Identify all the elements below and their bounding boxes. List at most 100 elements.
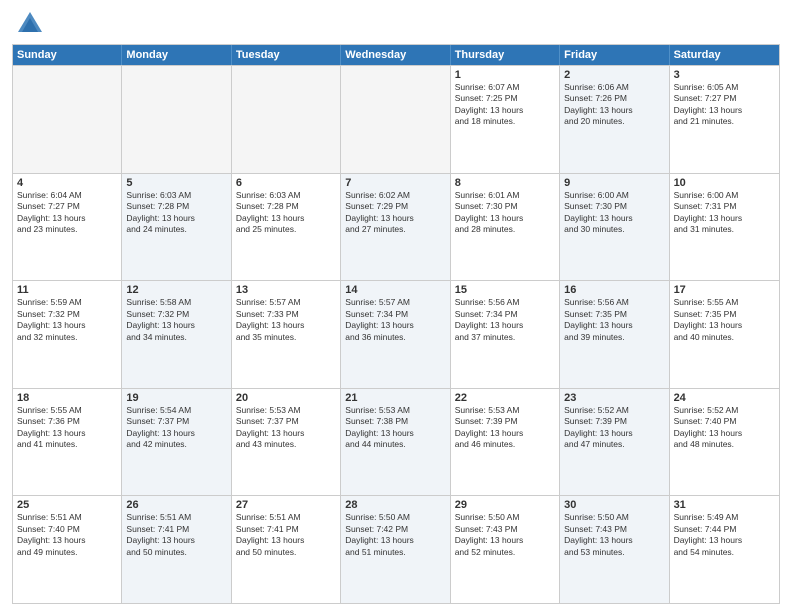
day-info: Sunrise: 5:52 AM Sunset: 7:40 PM Dayligh…	[674, 405, 775, 451]
day-info: Sunrise: 5:50 AM Sunset: 7:43 PM Dayligh…	[455, 512, 555, 558]
calendar-header: SundayMondayTuesdayWednesdayThursdayFrid…	[13, 45, 779, 65]
calendar-cell: 9Sunrise: 6:00 AM Sunset: 7:30 PM Daylig…	[560, 174, 669, 281]
calendar-cell: 4Sunrise: 6:04 AM Sunset: 7:27 PM Daylig…	[13, 174, 122, 281]
calendar-cell: 18Sunrise: 5:55 AM Sunset: 7:36 PM Dayli…	[13, 389, 122, 496]
day-number: 26	[126, 499, 226, 511]
calendar-cell: 12Sunrise: 5:58 AM Sunset: 7:32 PM Dayli…	[122, 281, 231, 388]
calendar-cell	[122, 66, 231, 173]
day-number: 12	[126, 284, 226, 296]
day-number: 16	[564, 284, 664, 296]
calendar-cell: 17Sunrise: 5:55 AM Sunset: 7:35 PM Dayli…	[670, 281, 779, 388]
day-info: Sunrise: 6:03 AM Sunset: 7:28 PM Dayligh…	[126, 190, 226, 236]
day-info: Sunrise: 5:52 AM Sunset: 7:39 PM Dayligh…	[564, 405, 664, 451]
day-number: 11	[17, 284, 117, 296]
calendar-cell: 8Sunrise: 6:01 AM Sunset: 7:30 PM Daylig…	[451, 174, 560, 281]
day-number: 19	[126, 392, 226, 404]
weekday-header: Saturday	[670, 45, 779, 65]
calendar-cell	[13, 66, 122, 173]
calendar-row: 1Sunrise: 6:07 AM Sunset: 7:25 PM Daylig…	[13, 65, 779, 173]
day-number: 25	[17, 499, 117, 511]
calendar-cell: 25Sunrise: 5:51 AM Sunset: 7:40 PM Dayli…	[13, 496, 122, 603]
calendar: SundayMondayTuesdayWednesdayThursdayFrid…	[12, 44, 780, 604]
weekday-header: Wednesday	[341, 45, 450, 65]
calendar-cell: 20Sunrise: 5:53 AM Sunset: 7:37 PM Dayli…	[232, 389, 341, 496]
day-number: 10	[674, 177, 775, 189]
logo-icon	[16, 10, 44, 38]
day-info: Sunrise: 6:01 AM Sunset: 7:30 PM Dayligh…	[455, 190, 555, 236]
day-info: Sunrise: 5:51 AM Sunset: 7:41 PM Dayligh…	[236, 512, 336, 558]
day-number: 6	[236, 177, 336, 189]
day-number: 23	[564, 392, 664, 404]
day-number: 22	[455, 392, 555, 404]
calendar-cell: 11Sunrise: 5:59 AM Sunset: 7:32 PM Dayli…	[13, 281, 122, 388]
calendar-cell: 24Sunrise: 5:52 AM Sunset: 7:40 PM Dayli…	[670, 389, 779, 496]
day-info: Sunrise: 5:51 AM Sunset: 7:41 PM Dayligh…	[126, 512, 226, 558]
calendar-cell: 13Sunrise: 5:57 AM Sunset: 7:33 PM Dayli…	[232, 281, 341, 388]
calendar-row: 18Sunrise: 5:55 AM Sunset: 7:36 PM Dayli…	[13, 388, 779, 496]
day-number: 20	[236, 392, 336, 404]
calendar-cell: 14Sunrise: 5:57 AM Sunset: 7:34 PM Dayli…	[341, 281, 450, 388]
calendar-cell: 27Sunrise: 5:51 AM Sunset: 7:41 PM Dayli…	[232, 496, 341, 603]
day-info: Sunrise: 6:00 AM Sunset: 7:31 PM Dayligh…	[674, 190, 775, 236]
day-number: 27	[236, 499, 336, 511]
weekday-header: Monday	[122, 45, 231, 65]
day-info: Sunrise: 6:03 AM Sunset: 7:28 PM Dayligh…	[236, 190, 336, 236]
calendar-cell: 21Sunrise: 5:53 AM Sunset: 7:38 PM Dayli…	[341, 389, 450, 496]
day-info: Sunrise: 5:53 AM Sunset: 7:38 PM Dayligh…	[345, 405, 445, 451]
weekday-header: Sunday	[13, 45, 122, 65]
calendar-cell: 22Sunrise: 5:53 AM Sunset: 7:39 PM Dayli…	[451, 389, 560, 496]
calendar-cell: 10Sunrise: 6:00 AM Sunset: 7:31 PM Dayli…	[670, 174, 779, 281]
day-info: Sunrise: 5:55 AM Sunset: 7:36 PM Dayligh…	[17, 405, 117, 451]
calendar-cell: 30Sunrise: 5:50 AM Sunset: 7:43 PM Dayli…	[560, 496, 669, 603]
calendar-cell: 19Sunrise: 5:54 AM Sunset: 7:37 PM Dayli…	[122, 389, 231, 496]
day-number: 5	[126, 177, 226, 189]
day-info: Sunrise: 5:51 AM Sunset: 7:40 PM Dayligh…	[17, 512, 117, 558]
calendar-cell: 2Sunrise: 6:06 AM Sunset: 7:26 PM Daylig…	[560, 66, 669, 173]
calendar-row: 4Sunrise: 6:04 AM Sunset: 7:27 PM Daylig…	[13, 173, 779, 281]
day-number: 29	[455, 499, 555, 511]
page-container: SundayMondayTuesdayWednesdayThursdayFrid…	[0, 0, 792, 612]
day-info: Sunrise: 6:04 AM Sunset: 7:27 PM Dayligh…	[17, 190, 117, 236]
day-info: Sunrise: 5:57 AM Sunset: 7:34 PM Dayligh…	[345, 297, 445, 343]
day-info: Sunrise: 6:06 AM Sunset: 7:26 PM Dayligh…	[564, 82, 664, 128]
day-number: 7	[345, 177, 445, 189]
calendar-cell	[341, 66, 450, 173]
day-info: Sunrise: 5:53 AM Sunset: 7:39 PM Dayligh…	[455, 405, 555, 451]
day-info: Sunrise: 5:56 AM Sunset: 7:35 PM Dayligh…	[564, 297, 664, 343]
calendar-row: 11Sunrise: 5:59 AM Sunset: 7:32 PM Dayli…	[13, 280, 779, 388]
weekday-header: Friday	[560, 45, 669, 65]
day-number: 13	[236, 284, 336, 296]
day-info: Sunrise: 5:55 AM Sunset: 7:35 PM Dayligh…	[674, 297, 775, 343]
calendar-cell: 29Sunrise: 5:50 AM Sunset: 7:43 PM Dayli…	[451, 496, 560, 603]
day-info: Sunrise: 5:53 AM Sunset: 7:37 PM Dayligh…	[236, 405, 336, 451]
day-info: Sunrise: 5:58 AM Sunset: 7:32 PM Dayligh…	[126, 297, 226, 343]
day-info: Sunrise: 5:50 AM Sunset: 7:42 PM Dayligh…	[345, 512, 445, 558]
day-info: Sunrise: 6:00 AM Sunset: 7:30 PM Dayligh…	[564, 190, 664, 236]
day-number: 15	[455, 284, 555, 296]
calendar-cell: 31Sunrise: 5:49 AM Sunset: 7:44 PM Dayli…	[670, 496, 779, 603]
day-number: 30	[564, 499, 664, 511]
day-info: Sunrise: 6:05 AM Sunset: 7:27 PM Dayligh…	[674, 82, 775, 128]
day-number: 31	[674, 499, 775, 511]
day-info: Sunrise: 5:50 AM Sunset: 7:43 PM Dayligh…	[564, 512, 664, 558]
calendar-body: 1Sunrise: 6:07 AM Sunset: 7:25 PM Daylig…	[13, 65, 779, 603]
day-number: 24	[674, 392, 775, 404]
day-number: 1	[455, 69, 555, 81]
day-number: 17	[674, 284, 775, 296]
weekday-header: Tuesday	[232, 45, 341, 65]
day-number: 9	[564, 177, 664, 189]
day-info: Sunrise: 5:57 AM Sunset: 7:33 PM Dayligh…	[236, 297, 336, 343]
calendar-cell: 15Sunrise: 5:56 AM Sunset: 7:34 PM Dayli…	[451, 281, 560, 388]
day-info: Sunrise: 6:07 AM Sunset: 7:25 PM Dayligh…	[455, 82, 555, 128]
day-info: Sunrise: 5:54 AM Sunset: 7:37 PM Dayligh…	[126, 405, 226, 451]
day-number: 3	[674, 69, 775, 81]
calendar-cell	[232, 66, 341, 173]
day-info: Sunrise: 5:49 AM Sunset: 7:44 PM Dayligh…	[674, 512, 775, 558]
calendar-cell: 28Sunrise: 5:50 AM Sunset: 7:42 PM Dayli…	[341, 496, 450, 603]
calendar-cell: 23Sunrise: 5:52 AM Sunset: 7:39 PM Dayli…	[560, 389, 669, 496]
calendar-row: 25Sunrise: 5:51 AM Sunset: 7:40 PM Dayli…	[13, 495, 779, 603]
day-number: 14	[345, 284, 445, 296]
day-info: Sunrise: 5:56 AM Sunset: 7:34 PM Dayligh…	[455, 297, 555, 343]
weekday-header: Thursday	[451, 45, 560, 65]
day-info: Sunrise: 5:59 AM Sunset: 7:32 PM Dayligh…	[17, 297, 117, 343]
